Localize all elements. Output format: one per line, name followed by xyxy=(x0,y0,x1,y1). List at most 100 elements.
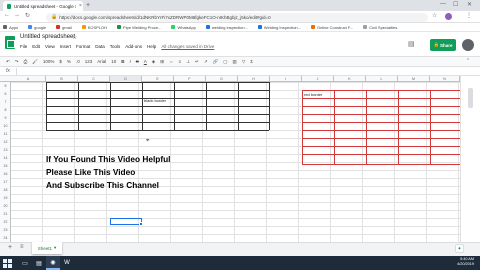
chart-icon[interactable]: ▥ xyxy=(233,59,237,65)
valign-icon[interactable]: ⊥ xyxy=(186,59,190,65)
row-header[interactable]: 23 xyxy=(0,226,11,234)
redo-icon[interactable]: ↷ xyxy=(15,59,19,65)
text-color-icon[interactable]: A xyxy=(144,59,147,64)
bookmark-item[interactable]: Online Construct F... xyxy=(310,25,353,30)
comment-icon[interactable]: ▢ xyxy=(223,59,227,65)
wrap-icon[interactable]: ↵ xyxy=(195,59,199,65)
row-header[interactable]: 9 xyxy=(0,114,11,122)
word-icon[interactable]: W xyxy=(60,256,74,270)
row-header[interactable]: 18 xyxy=(0,186,11,194)
bookmark-item[interactable]: Pipe Welding Proce... xyxy=(117,25,161,30)
print-icon[interactable]: ⎙ xyxy=(24,59,28,64)
row-header[interactable]: 12 xyxy=(0,138,11,146)
cell-black-border[interactable]: black border xyxy=(144,98,166,103)
selected-cell[interactable] xyxy=(110,218,142,225)
menu-addons[interactable]: Add-ons xyxy=(125,44,142,49)
filter-icon[interactable]: ▽ xyxy=(242,59,245,65)
new-tab-button[interactable]: + xyxy=(86,2,90,9)
zoom-select[interactable]: 100% xyxy=(43,59,55,64)
bookmark-star-icon[interactable]: ☆ xyxy=(432,12,437,19)
row-header[interactable]: 10 xyxy=(0,122,11,130)
row-header[interactable]: 20 xyxy=(0,202,11,210)
rotate-icon[interactable]: ↗ xyxy=(204,59,208,65)
system-tray-clock[interactable]: 5:40 AM 4/20/2019 xyxy=(457,257,474,267)
star-icon[interactable]: ☆ xyxy=(72,34,77,41)
document-title[interactable]: Untitled spreadsheet xyxy=(20,34,75,40)
row-header[interactable]: 15 xyxy=(0,162,11,170)
currency-icon[interactable]: $ xyxy=(59,59,62,64)
all-sheets-icon[interactable]: ≡ xyxy=(20,244,24,250)
row-header[interactable]: 19 xyxy=(0,194,11,202)
row-header[interactable]: 6 xyxy=(0,90,11,98)
back-icon[interactable]: ← xyxy=(4,12,10,18)
add-sheet-icon[interactable]: + xyxy=(8,244,12,251)
borders-icon[interactable]: ⊞ xyxy=(160,59,164,65)
bookmark-item[interactable]: Welding Inspection... xyxy=(257,25,301,30)
font-select[interactable]: Arial xyxy=(97,59,106,64)
explore-icon[interactable]: ✦ xyxy=(455,244,464,253)
scrollbar-thumb[interactable] xyxy=(468,88,473,108)
browser-tab[interactable]: Untitled spreadsheet - Google Sh × xyxy=(3,1,83,11)
bookmark-item[interactable]: google xyxy=(28,25,46,30)
minimize-icon[interactable]: — xyxy=(440,1,446,7)
row-header[interactable]: 17 xyxy=(0,178,11,186)
chevron-down-icon[interactable]: ▾ xyxy=(54,245,56,251)
forward-icon[interactable]: → xyxy=(14,12,20,18)
row-header[interactable]: 13 xyxy=(0,146,11,154)
sheet-tab[interactable]: Sheet1 ▾ xyxy=(32,242,62,254)
maximize-icon[interactable]: ☐ xyxy=(453,1,458,8)
menu-insert[interactable]: Insert xyxy=(60,44,71,49)
windows-start-icon[interactable] xyxy=(3,258,12,268)
link-icon[interactable]: 🔗 xyxy=(213,59,219,65)
row-header[interactable]: 21 xyxy=(0,210,11,218)
reload-icon[interactable]: ↻ xyxy=(25,12,30,19)
menu-data[interactable]: Data xyxy=(95,44,105,49)
decimal-icon[interactable]: .0 xyxy=(76,59,80,64)
file-explorer-icon[interactable]: ▤ xyxy=(32,256,46,270)
menu-tools[interactable]: Tools xyxy=(110,44,121,49)
row-header[interactable]: 5 xyxy=(0,82,11,90)
bookmark-item[interactable]: welding inspection... xyxy=(205,25,248,30)
align-icon[interactable]: ≡ xyxy=(179,59,182,64)
bookmark-item[interactable]: Apps xyxy=(3,25,18,30)
collapse-menu-icon[interactable]: ⌃ xyxy=(466,58,470,64)
bookmark-item[interactable]: Civil Specialties xyxy=(363,25,397,30)
cell-red-border[interactable]: red border xyxy=(304,92,322,97)
menu-help[interactable]: Help xyxy=(147,44,156,49)
row-header[interactable]: 14 xyxy=(0,154,11,162)
avatar[interactable] xyxy=(462,39,474,51)
menu-edit[interactable]: Edit xyxy=(32,44,40,49)
bold-icon[interactable]: B xyxy=(121,59,124,64)
bookmark-item[interactable]: KOSPLOH xyxy=(81,25,107,30)
font-size-select[interactable]: 10 xyxy=(111,59,116,64)
url-input[interactable]: 🔒 https://docs.google.com/spreadsheets/d… xyxy=(46,12,428,22)
comments-icon[interactable]: ▤ xyxy=(408,40,415,48)
more-formats-icon[interactable]: 123 xyxy=(85,59,93,64)
bookmark-item[interactable]: gmail xyxy=(56,25,72,30)
fill-color-icon[interactable]: ◈ xyxy=(152,59,155,65)
chrome-menu-icon[interactable]: ⋮ xyxy=(466,12,472,19)
functions-icon[interactable]: Σ xyxy=(250,59,253,64)
saved-status[interactable]: All changes saved in Drive xyxy=(161,44,214,49)
undo-icon[interactable]: ↶ xyxy=(6,59,10,65)
percent-icon[interactable]: % xyxy=(67,59,71,64)
sheets-logo-icon[interactable] xyxy=(5,36,15,49)
row-header[interactable]: 7 xyxy=(0,98,11,106)
close-window-icon[interactable]: ✕ xyxy=(467,1,472,8)
row-header[interactable]: 11 xyxy=(0,130,11,138)
row-header[interactable]: 8 xyxy=(0,106,11,114)
task-view-icon[interactable]: ▭ xyxy=(18,256,32,270)
strikethrough-icon[interactable]: S xyxy=(136,59,139,64)
row-header[interactable]: 22 xyxy=(0,218,11,226)
close-tab-icon[interactable]: × xyxy=(79,3,82,9)
chrome-icon[interactable]: ◉ xyxy=(46,256,60,270)
italic-icon[interactable]: I xyxy=(130,59,131,64)
menu-file[interactable]: File xyxy=(20,44,27,49)
share-button[interactable]: 🔒 Share xyxy=(430,39,456,51)
paint-format-icon[interactable]: 🖌 xyxy=(32,59,38,65)
row-header[interactable]: 16 xyxy=(0,170,11,178)
menu-format[interactable]: Format xyxy=(76,44,90,49)
menu-view[interactable]: View xyxy=(45,44,55,49)
merge-icon[interactable]: ⇔ xyxy=(169,59,174,64)
profile-icon[interactable] xyxy=(445,13,452,20)
